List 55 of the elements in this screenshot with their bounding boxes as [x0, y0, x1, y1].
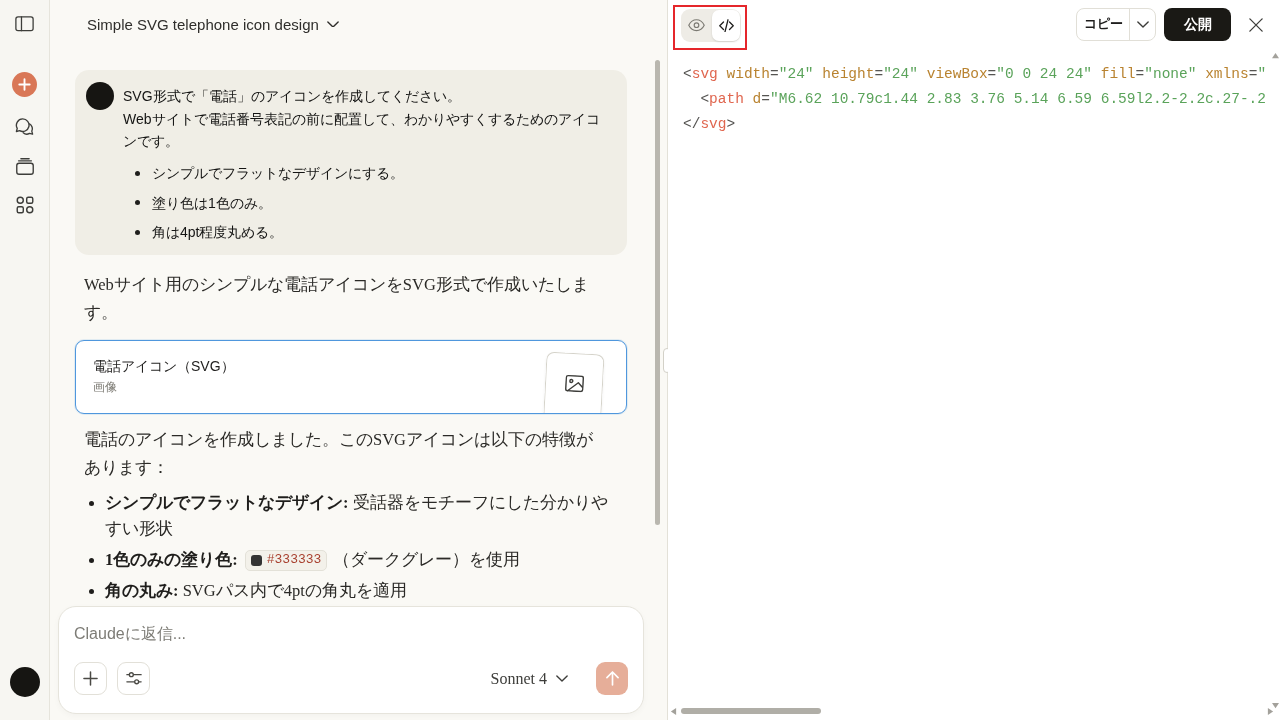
publish-button[interactable]: 公開	[1164, 8, 1231, 41]
add-button[interactable]	[74, 662, 107, 695]
scrollbar-thumb[interactable]	[681, 708, 821, 714]
code-line: </svg>	[683, 115, 736, 134]
plus-circle-icon	[12, 71, 37, 97]
artifact-type: 画像	[93, 379, 118, 395]
plus-icon	[83, 671, 98, 686]
response-text: Webサイト用のシンプルな電話アイコンをSVG形式で作成いたします。	[84, 274, 590, 324]
scroll-right-icon[interactable]	[1267, 707, 1274, 715]
list-item-text: （ダークグレー）を使用	[333, 549, 521, 571]
list-item-text: 角は4pt程度丸める。	[152, 223, 284, 242]
code-icon	[718, 18, 734, 33]
color-code-text: #333333	[266, 552, 322, 568]
code-line: <svg width="24" height="24" viewBox="0 0 24 24" fill="none" xmlns="	[683, 65, 1267, 84]
chevron-down-icon	[1136, 21, 1149, 28]
response-text: 電話のアイコンを作成しました。このSVGアイコンは以下の特徴があります：	[84, 429, 594, 479]
bullet-icon	[89, 558, 94, 563]
tools-button[interactable]	[117, 662, 150, 695]
bullet-icon	[135, 229, 140, 235]
chevron-down-icon	[326, 20, 339, 28]
message-text: SVG形式で「電話」のアイコンを作成してください。	[123, 87, 462, 106]
list-item-label: 1色のみの塗り色:	[105, 549, 238, 571]
arrow-up-icon	[605, 671, 619, 686]
message-text: Webサイトで電話番号表記の前に配置して、わかりやすくするためのアイコンです。	[123, 109, 601, 151]
close-icon	[1249, 17, 1263, 32]
list-item-text: 角の丸み: SVGパス内で4ptの角丸を適用	[105, 580, 408, 602]
scroll-up-icon[interactable]	[1272, 52, 1279, 59]
conversation-title[interactable]: Simple SVG telephone icon design	[87, 15, 339, 33]
eye-icon	[687, 19, 705, 32]
artifact-title: 電話アイコン（SVG）	[93, 357, 235, 375]
reply-input[interactable]: Claudeに返信...	[74, 622, 628, 646]
image-icon	[564, 374, 584, 393]
scroll-left-icon[interactable]	[670, 707, 677, 715]
panel-icon	[15, 16, 34, 32]
scroll-down-icon[interactable]	[1272, 702, 1279, 709]
stack-icon	[15, 157, 34, 175]
sliders-icon	[125, 672, 142, 685]
bullet-icon	[89, 589, 94, 594]
code-line: <path d="M6.62 10.79c1.44 2.83 3.76 5.14 6.59 6.59l2.2-2.2c.27-.2	[699, 90, 1266, 109]
model-selector[interactable]: Sonnet 4	[486, 669, 572, 688]
bullet-icon	[135, 170, 140, 176]
copy-button[interactable]: コピー	[1077, 9, 1130, 40]
list-item-text: シンプルでフラットなデザインにする。	[152, 164, 404, 183]
list-item-text: シンプルでフラットなデザイン: 受話器をモチーフにした分かりやすい形状	[105, 492, 608, 540]
list-item-text: 塗り色は1色のみ。	[152, 193, 272, 213]
account-avatar[interactable]	[9, 667, 40, 697]
shapes-grid-icon	[15, 196, 34, 214]
chevron-down-icon	[556, 675, 568, 682]
chat-bubbles-icon	[15, 118, 34, 136]
bullet-icon	[89, 501, 94, 506]
bullet-icon	[135, 200, 140, 205]
user-avatar	[86, 82, 114, 110]
artifact-card[interactable]: 電話アイコン（SVG） 画像	[75, 340, 627, 414]
scrollbar-thumb[interactable]	[655, 60, 660, 525]
code-tab[interactable]	[712, 10, 740, 41]
